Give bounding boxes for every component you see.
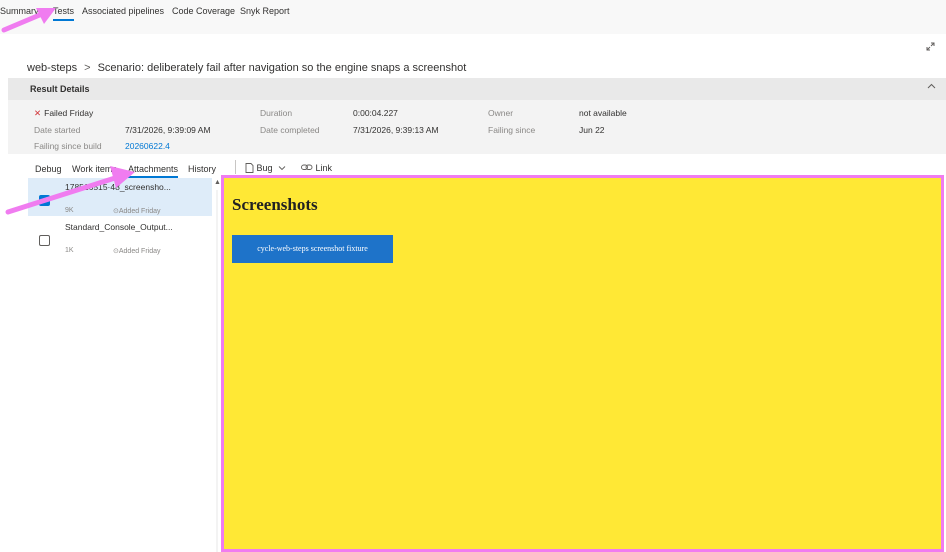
tab-summary[interactable]: Summary bbox=[0, 6, 39, 16]
attachment-preview: Screenshots cycle-web-steps screenshot f… bbox=[221, 175, 944, 552]
attachment-added: ⊙Added Friday bbox=[113, 208, 161, 215]
attachment-checkbox[interactable]: ✓ bbox=[39, 195, 50, 206]
tab-debug[interactable]: Debug bbox=[35, 164, 62, 174]
duration-value: 0:00:04.227 bbox=[353, 108, 398, 118]
attachments-list: ✓ 178516515·48_screensho... 9K ⊙Added Fr… bbox=[28, 178, 216, 552]
date-started-label: Date started bbox=[34, 125, 81, 135]
scrollbar[interactable] bbox=[216, 190, 218, 552]
bug-button[interactable]: Bug bbox=[245, 163, 286, 173]
link-button-label: Link bbox=[315, 163, 333, 173]
chevron-down-icon bbox=[278, 166, 286, 171]
fixture-button[interactable]: cycle-web-steps screenshot fixture bbox=[232, 235, 393, 263]
date-completed-value: 7/31/2026, 9:39:13 AM bbox=[353, 125, 439, 135]
attachment-name: Standard_Console_Output... bbox=[65, 222, 173, 232]
attachment-name: 178516515·48_screensho... bbox=[65, 182, 171, 192]
tab-code-coverage[interactable]: Code Coverage bbox=[172, 6, 235, 16]
bug-button-label: Bug bbox=[256, 163, 273, 173]
tab-history[interactable]: History bbox=[188, 164, 216, 174]
duration-label: Duration bbox=[260, 108, 293, 118]
result-details-header[interactable]: Result Details bbox=[8, 78, 946, 100]
date-started-value: 7/31/2026, 9:39:09 AM bbox=[125, 125, 211, 135]
failing-since-label: Failing since bbox=[488, 125, 536, 135]
attachment-size: 1K bbox=[65, 247, 74, 254]
attachment-checkbox[interactable] bbox=[39, 235, 50, 246]
preview-heading: Screenshots bbox=[232, 195, 318, 214]
scroll-up-arrow-icon[interactable]: ▲ bbox=[214, 179, 221, 186]
tab-associated-pipelines[interactable]: Associated pipelines bbox=[82, 6, 164, 16]
breadcrumb-parent[interactable]: web-steps bbox=[27, 62, 77, 74]
result-details-body: ✕ Failed Friday Date started 7/31/2026, 9… bbox=[8, 100, 946, 154]
toolbar-divider bbox=[235, 160, 236, 174]
failing-since-build-link[interactable]: 20260622.4 bbox=[125, 141, 170, 151]
date-completed-label: Date completed bbox=[260, 125, 320, 135]
fail-x-icon: ✕ bbox=[34, 108, 42, 118]
failing-since-value: Jun 22 bbox=[579, 125, 605, 135]
chevron-up-icon[interactable] bbox=[927, 82, 936, 94]
bug-document-icon bbox=[245, 163, 254, 173]
attachment-size: 9K bbox=[65, 207, 74, 214]
list-item[interactable]: Standard_Console_Output... 1K ⊙Added Fri… bbox=[28, 218, 212, 256]
breadcrumb: web-steps > Scenario: deliberately fail af… bbox=[27, 62, 466, 74]
breadcrumb-separator: > bbox=[84, 62, 91, 74]
failing-since-build-label: Failing since build bbox=[34, 141, 102, 151]
result-details-title: Result Details bbox=[30, 84, 90, 94]
tab-work-items[interactable]: Work items bbox=[72, 164, 117, 174]
attachment-added: ⊙Added Friday bbox=[113, 248, 161, 255]
owner-label: Owner bbox=[488, 108, 514, 118]
tab-attachments[interactable]: Attachments bbox=[128, 164, 179, 178]
tab-snyk-report[interactable]: Snyk Report bbox=[240, 6, 290, 16]
owner-value: not available bbox=[579, 108, 627, 118]
tab-tests[interactable]: Tests bbox=[53, 6, 75, 21]
list-item[interactable]: ✓ 178516515·48_screensho... 9K ⊙Added Fr… bbox=[28, 178, 212, 216]
status-failed: ✕ Failed Friday bbox=[34, 108, 94, 118]
expand-icon[interactable] bbox=[926, 42, 936, 52]
breadcrumb-current: Scenario: deliberately fail after naviga… bbox=[97, 62, 467, 74]
link-icon bbox=[301, 164, 313, 170]
top-tab-bar: Summary Tests Associated pipelines Code … bbox=[0, 0, 946, 34]
link-button[interactable]: Link bbox=[301, 163, 332, 173]
